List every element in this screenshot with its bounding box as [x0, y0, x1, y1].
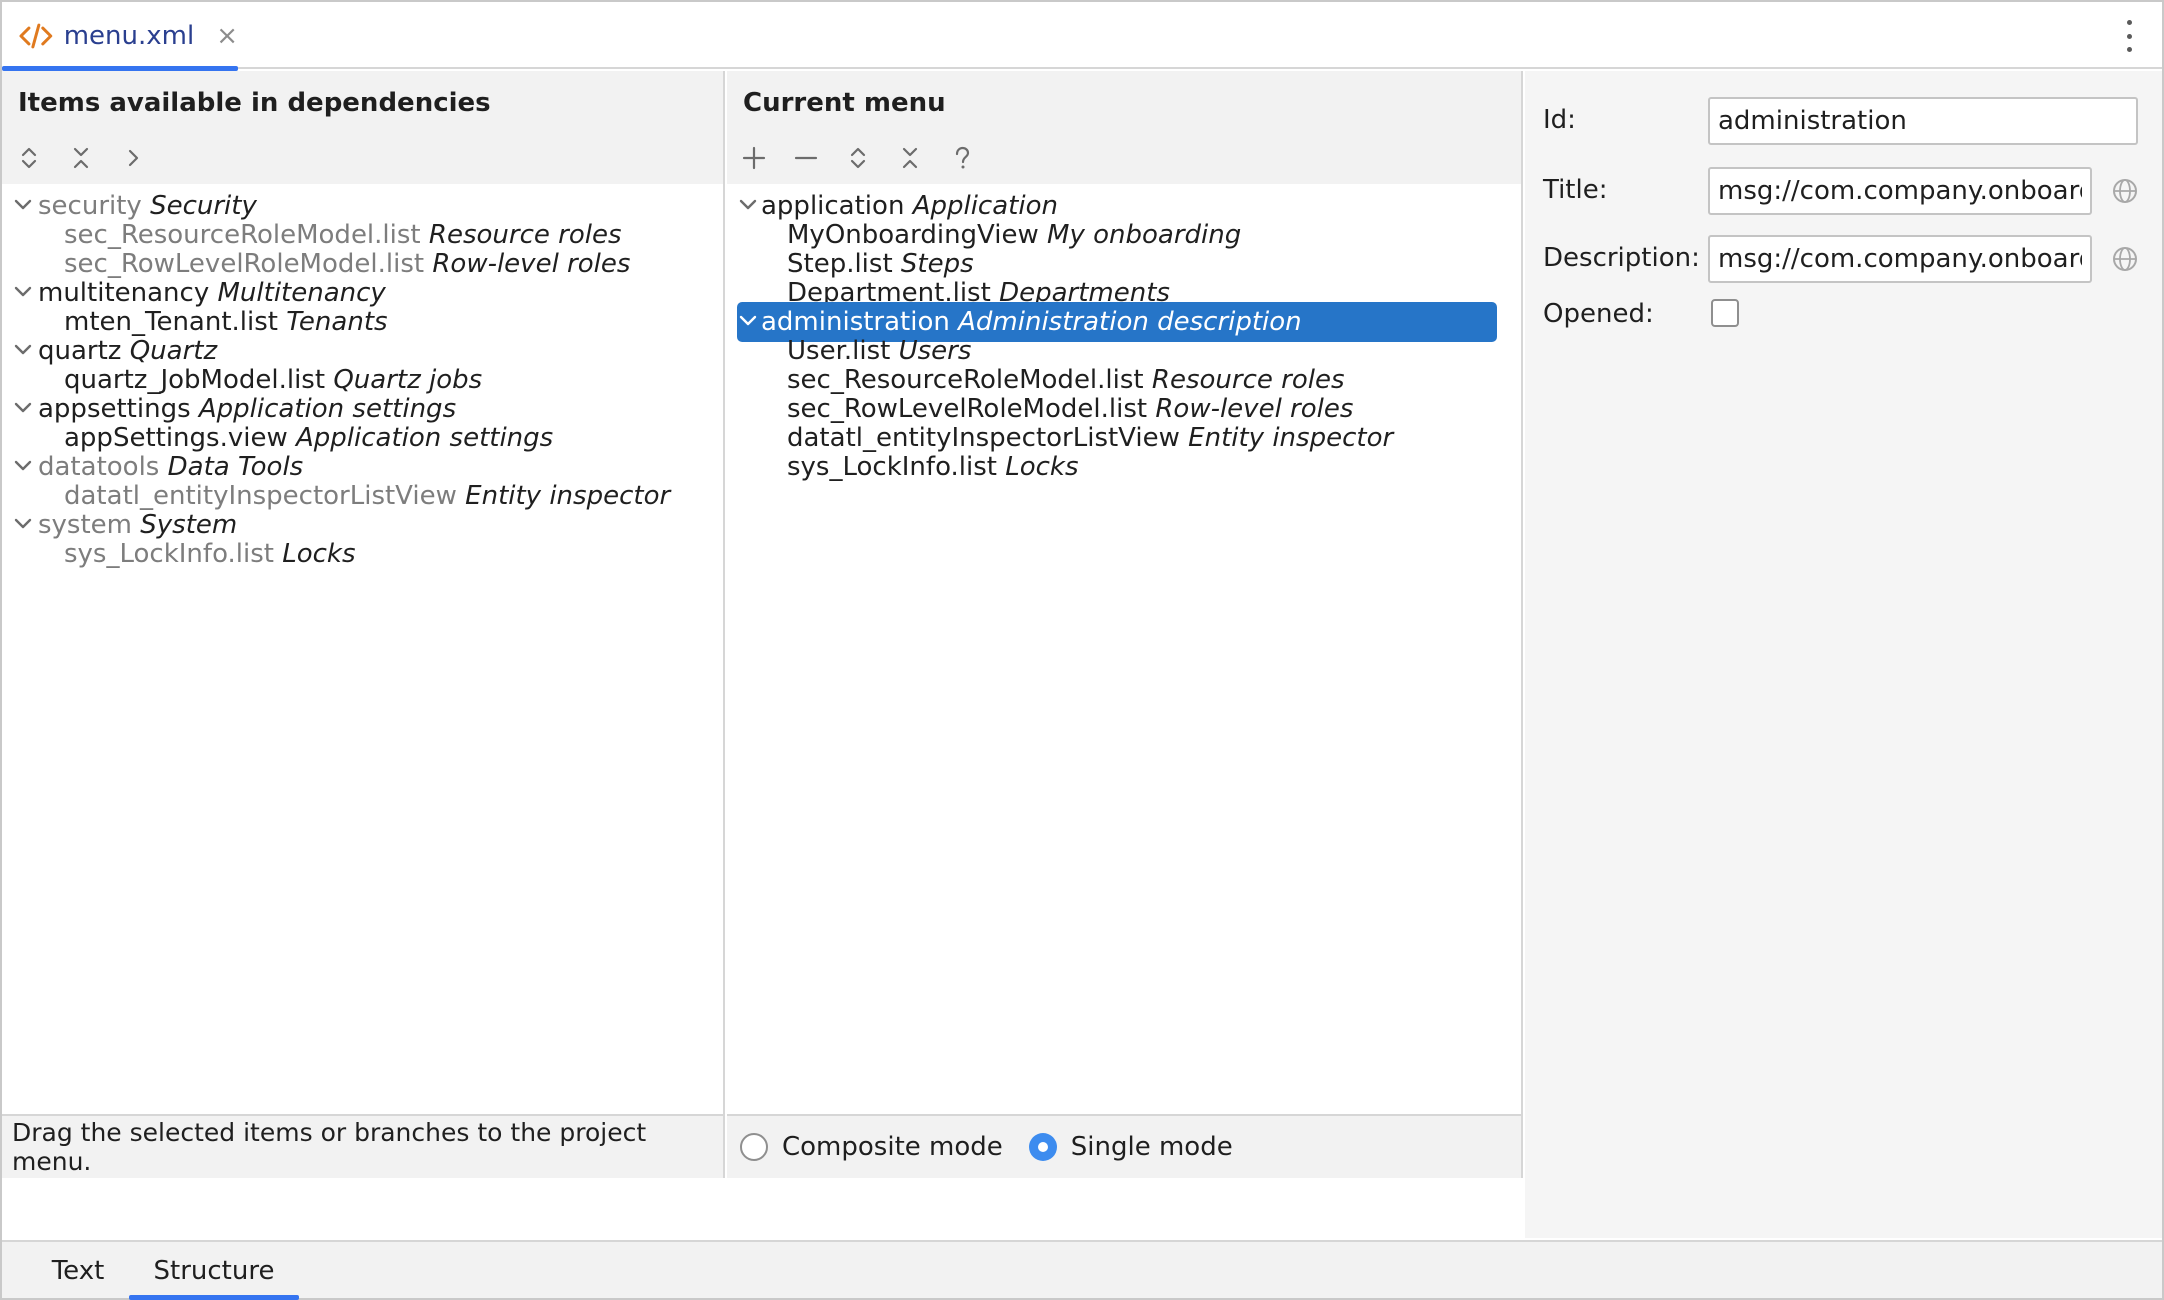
help-icon[interactable]: [947, 143, 977, 173]
properties-panel: Id: Title: Description: Opened:: [1525, 71, 2162, 1238]
tab-structure[interactable]: Structure: [129, 1242, 299, 1300]
opened-checkbox[interactable]: [1711, 299, 1739, 327]
current-menu-header: Current menu: [727, 71, 1521, 184]
menu-item-caption: Locks: [1005, 452, 1079, 482]
dependencies-footer: Drag the selected items or branches to t…: [2, 1114, 723, 1178]
chevron-down-icon[interactable]: [12, 455, 34, 477]
remove-icon[interactable]: [791, 143, 821, 173]
current-menu-toolbar: [739, 143, 977, 173]
title-field[interactable]: [1708, 167, 2092, 215]
chevron-down-icon[interactable]: [737, 310, 759, 332]
tree-item-row[interactable]: sys_LockInfo.list Locks: [727, 447, 1507, 487]
current-menu-panel: Current menu application Application MyOn…: [727, 71, 1523, 1178]
editor-tab-menu-xml[interactable]: menu.xml ×: [2, 2, 238, 71]
tab-text[interactable]: Text: [26, 1242, 130, 1300]
more-options-icon[interactable]: [2124, 20, 2134, 52]
menu-item-id: sys_LockInfo.list: [64, 539, 274, 569]
description-label: Description:: [1543, 243, 1700, 273]
dependencies-toolbar: [14, 143, 148, 173]
globe-icon[interactable]: [2110, 176, 2140, 206]
id-field[interactable]: [1708, 97, 2138, 145]
title-label: Title:: [1543, 175, 1608, 205]
editor-view-tabs: Text Structure: [2, 1240, 2162, 1300]
close-tab-icon[interactable]: ×: [216, 23, 238, 49]
chevron-down-icon[interactable]: [12, 339, 34, 361]
add-icon[interactable]: [739, 143, 769, 173]
single-mode-label: Single mode: [1070, 1132, 1233, 1162]
menu-item-id: sys_LockInfo.list: [787, 452, 997, 482]
dependencies-panel-title: Items available in dependencies: [18, 88, 491, 118]
chevron-down-icon[interactable]: [12, 397, 34, 419]
chevron-down-icon[interactable]: [12, 513, 34, 535]
tab-structure-label: Structure: [153, 1256, 275, 1286]
expand-all-icon[interactable]: [14, 143, 44, 173]
globe-icon[interactable]: [2110, 244, 2140, 274]
active-tab-indicator: [129, 1295, 299, 1300]
chevron-down-icon[interactable]: [12, 281, 34, 303]
drag-hint-text: Drag the selected items or branches to t…: [12, 1118, 647, 1176]
editor-tab-bar: menu.xml ×: [2, 2, 2162, 71]
expand-all-icon[interactable]: [843, 143, 873, 173]
editor-tab-label: menu.xml: [63, 20, 195, 51]
single-mode-radio[interactable]: [1028, 1133, 1057, 1161]
dependencies-panel-header: Items available in dependencies: [2, 71, 723, 184]
current-menu-tree[interactable]: application Application MyOnboardingView …: [727, 184, 1521, 1114]
composite-mode-radio[interactable]: [740, 1133, 768, 1161]
collapse-all-icon[interactable]: [895, 143, 925, 173]
mode-selector: Composite mode Single mode: [727, 1114, 1521, 1178]
chevron-down-icon[interactable]: [737, 194, 759, 216]
current-menu-title: Current menu: [743, 88, 946, 118]
tree-row-text: sys_LockInfo.list Locks: [64, 539, 356, 569]
collapse-all-icon[interactable]: [66, 143, 96, 173]
xml-file-icon: [19, 23, 53, 48]
composite-mode-label: Composite mode: [782, 1132, 1003, 1162]
tree-item-row[interactable]: sys_LockInfo.list Locks: [2, 534, 722, 574]
dependencies-tree[interactable]: security Security sec_ResourceRoleModel.l…: [2, 184, 723, 1114]
description-field[interactable]: [1708, 235, 2092, 283]
chevron-right-icon[interactable]: [118, 143, 148, 173]
id-label: Id:: [1543, 105, 1576, 135]
tab-text-label: Text: [51, 1256, 105, 1286]
dependencies-panel: Items available in dependencies security…: [2, 71, 725, 1178]
opened-label: Opened:: [1543, 299, 1654, 329]
tree-row-text: sys_LockInfo.list Locks: [787, 452, 1079, 482]
menu-item-caption: Locks: [282, 539, 356, 569]
chevron-down-icon[interactable]: [12, 194, 34, 216]
